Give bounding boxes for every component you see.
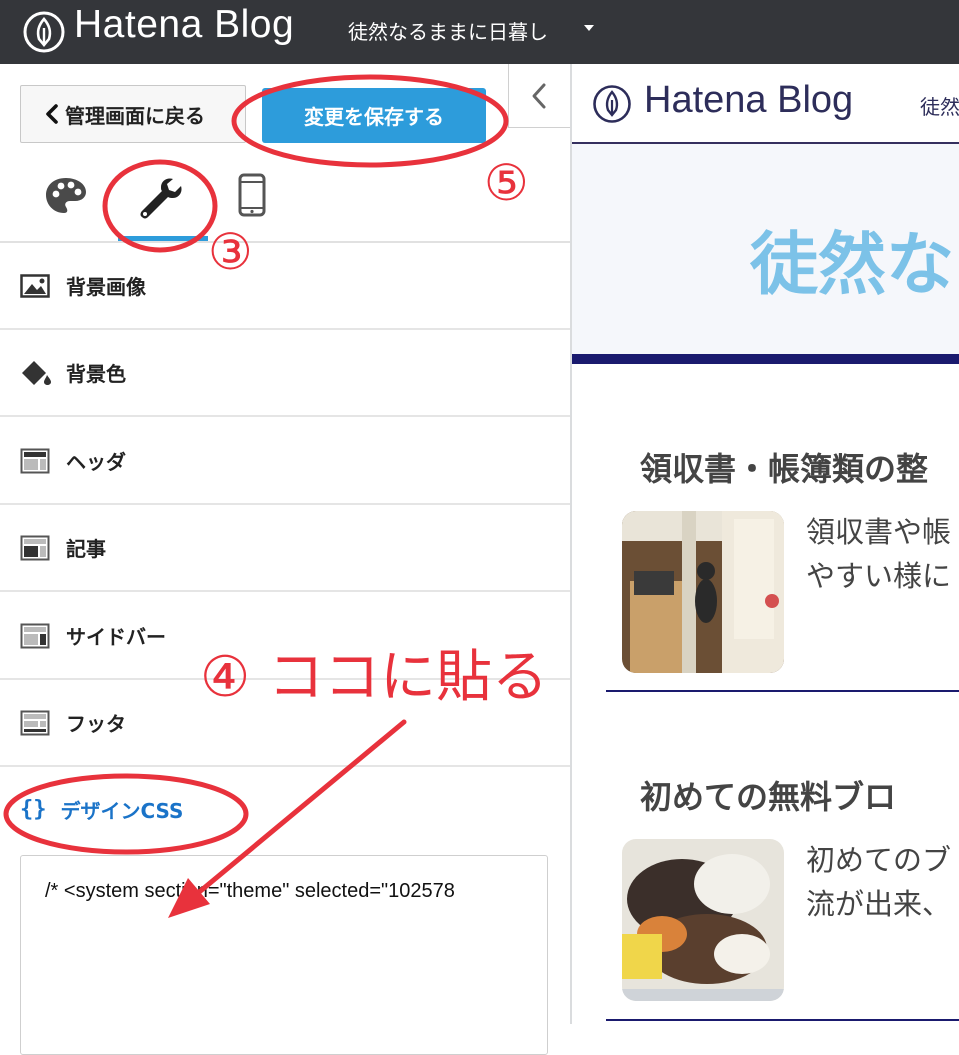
layout-header-icon [20,448,50,473]
excerpt-line: 領収書や帳 [806,515,952,549]
menu-item-background-color[interactable]: 背景色 [0,330,570,417]
back-to-dashboard-button[interactable]: 管理画面に戻る [20,85,246,143]
excerpt-line: 流が出来、 [806,887,952,921]
hatena-blog-logo-icon[interactable] [22,10,66,54]
article-thumbnail-image [622,511,784,673]
menu-item-label: 背景色 [66,362,126,386]
menu-item-label: 背景画像 [66,275,146,299]
code-braces-icon: {} [20,797,47,822]
annotation-step-5: ⑤ [484,154,529,212]
save-changes-button[interactable]: 変更を保存する [262,88,486,143]
brand-name[interactable]: Hatena Blog [74,3,294,47]
preview-blog-title: 徒然な [750,226,955,305]
image-icon [20,273,50,298]
annotation-step-3: ③ [208,223,253,281]
article-divider [606,690,959,692]
article-thumbnail-image [622,839,784,1001]
collapse-sidebar-button[interactable] [508,64,570,128]
hatena-blog-logo-icon [593,85,631,123]
preview-article-title: 領収書・帳簿類の整 [640,450,929,488]
paint-bucket-icon [22,360,51,385]
menu-item-label: 記事 [66,537,106,561]
top-bar: Hatena Blog 徒然なるままに日暮し [0,0,959,64]
layout-footer-icon [20,710,50,735]
blog-preview: Hatena Blog 徒然 徒然な 領収書・帳簿類の整 領収書や帳 やすい様に… [572,64,959,1024]
menu-item-header[interactable]: ヘッダ [0,418,570,505]
palette-icon[interactable] [44,176,88,216]
preview-article-title: 初めての無料ブロ [640,778,897,816]
layout-sidebar-icon [20,623,50,648]
excerpt-line: 初めてのブ [806,843,952,877]
menu-item-background-image[interactable]: 背景画像 [0,243,570,330]
back-button-label: 管理画面に戻る [65,103,205,128]
caret-down-icon[interactable] [584,25,594,31]
excerpt-line: やすい様に [806,559,952,593]
css-code-text: /* <system section="theme" selected="102… [45,880,455,902]
chevron-left-icon [46,104,58,124]
preview-article-excerpt: 領収書や帳 やすい様に [806,510,951,598]
menu-item-article[interactable]: 記事 [0,505,570,592]
menu-item-label: サイドバー [66,625,166,649]
smartphone-icon[interactable] [238,173,266,217]
preview-header: Hatena Blog 徒然 [572,64,959,144]
preview-hero: 徒然な [572,144,959,354]
menu-item-label: ヘッダ [66,450,126,474]
menu-item-label: フッタ [66,712,126,736]
preview-blog-name: 徒然 [920,95,959,119]
preview-brand-name: Hatena Blog [644,79,854,121]
design-css-textarea[interactable]: /* <system section="theme" selected="102… [20,855,548,1055]
preview-article-excerpt: 初めてのブ 流が出来、 [806,838,951,926]
chevron-left-icon [532,83,546,109]
preview-title-bar [572,354,959,364]
article-divider [606,1019,959,1021]
annotation-step-4: ④ ココに貼る [200,645,549,710]
design-css-label: デザインCSS [60,799,184,823]
blog-selector[interactable]: 徒然なるままに日暮し [348,16,548,45]
design-css-section[interactable]: {} デザインCSS [20,795,183,824]
layout-article-icon [20,535,50,560]
wrench-icon[interactable] [137,175,183,221]
